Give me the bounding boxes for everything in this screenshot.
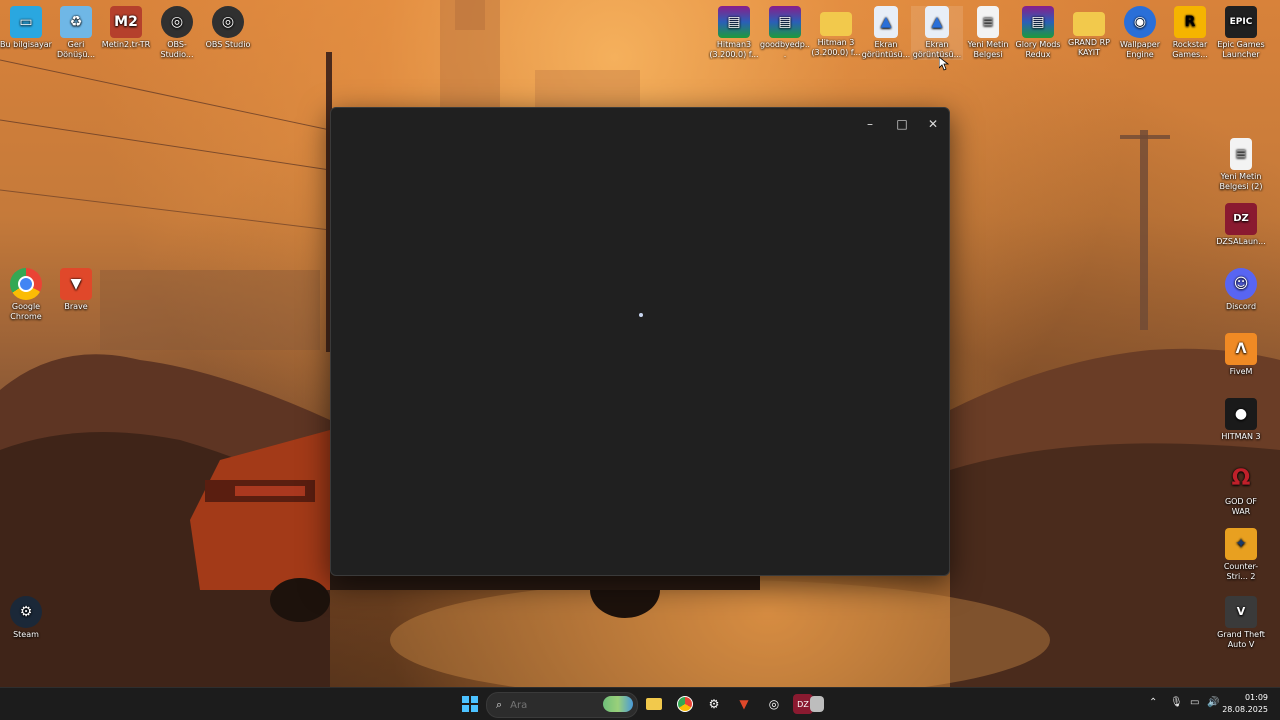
obs-icon[interactable]: ◎ <box>764 694 784 714</box>
desktop-icon-hitman-3[interactable]: ● HITMAN 3 <box>1215 398 1267 442</box>
close-button[interactable]: ✕ <box>918 114 948 134</box>
image-file-icon: ▲ <box>925 6 949 38</box>
mouse-cursor <box>939 57 949 71</box>
desktop-icon-rockstar-games[interactable]: R Rockstar Games... <box>1164 6 1216 60</box>
metin2-icon: M2 <box>110 6 142 38</box>
folder-icon <box>820 12 852 36</box>
desktop-icon-discord[interactable]: ☺ Discord <box>1215 268 1267 312</box>
desktop-icon-goodbyedpi-archive[interactable]: ▤ goodbyedp... <box>759 6 811 60</box>
maximize-button[interactable]: □ <box>887 114 917 134</box>
loading-window[interactable]: – □ ✕ <box>330 107 950 576</box>
desktop-icon-new-text-document-2[interactable]: ≡ Yeni Metin Belgesi (2) <box>1215 138 1267 192</box>
text-file-icon: ≡ <box>1230 138 1252 170</box>
search-input[interactable] <box>508 698 613 712</box>
blank-window-icon[interactable] <box>810 696 824 712</box>
desktop-icon-hitman3-folder[interactable]: Hitman 3 (3.200.0) f... <box>810 6 862 58</box>
rockstar-icon: R <box>1174 6 1206 38</box>
desktop-icon-steam[interactable]: ⚙ Steam <box>0 596 52 640</box>
desktop-icon-screenshot-2[interactable]: ▲ Ekran görüntüsü... <box>911 6 963 60</box>
desktop-icon-gta-v[interactable]: V Grand Theft Auto V <box>1215 596 1267 650</box>
volume-icon[interactable]: 🔊 <box>1207 697 1219 708</box>
desktop-icon-this-pc[interactable]: ▭ Bu bilgisayar <box>0 6 52 50</box>
gta-icon: V <box>1225 596 1257 628</box>
steam-icon[interactable]: ⚙ <box>704 694 724 714</box>
network-icon[interactable]: ▭ <box>1190 697 1199 708</box>
desktop-icon-dzsa-launcher[interactable]: DZ DZSALaun... <box>1215 203 1267 247</box>
counter-strike-icon: ✦ <box>1225 528 1257 560</box>
chrome-icon <box>10 268 42 300</box>
desktop-icon-new-text-document[interactable]: ≡ Yeni Metin Belgesi <box>962 6 1014 60</box>
desktop-icon-obs-studio[interactable]: ◎ OBS Studio <box>202 6 254 50</box>
search-icon: ⌕ <box>496 698 503 711</box>
desktop-icon-glory-mods-archive[interactable]: ▤ Glory Mods Redux <box>1012 6 1064 60</box>
brave-icon[interactable]: ▼ <box>734 694 754 714</box>
desktop-icon-grand-rp-folder[interactable]: GRAND RP KAYIT <box>1063 6 1115 58</box>
chevron-up-icon[interactable]: ⌃ <box>1149 697 1157 708</box>
obs-icon: ◎ <box>161 6 193 38</box>
desktop-icon-epic-games[interactable]: EPIC Epic Games Launcher <box>1215 6 1267 60</box>
chrome-icon[interactable] <box>675 694 695 714</box>
image-file-icon: ▲ <box>874 6 898 38</box>
loading-indicator <box>639 313 643 317</box>
clock[interactable]: 01:09 28.08.2025 <box>1222 692 1268 716</box>
epic-games-icon: EPIC <box>1225 6 1257 38</box>
desktop-icon-obs-studio-shortcut[interactable]: ◎ OBS-Studio... <box>151 6 203 60</box>
desktop-icon-brave[interactable]: ▼ Brave <box>50 268 102 312</box>
hitman-icon: ● <box>1225 398 1257 430</box>
desktop-icon-metin2[interactable]: M2 Metin2.tr-TR <box>100 6 152 50</box>
date-text: 28.08.2025 <box>1222 705 1268 714</box>
fivem-icon: Λ <box>1225 333 1257 365</box>
discord-icon: ☺ <box>1225 268 1257 300</box>
time-text: 01:09 <box>1244 693 1268 702</box>
desktop-icon-wallpaper-engine[interactable]: ◉ Wallpaper Engine <box>1114 6 1166 60</box>
windows-start-icon[interactable] <box>460 694 480 714</box>
recycle-bin-icon: ♻ <box>60 6 92 38</box>
computer-icon: ▭ <box>10 6 42 38</box>
god-of-war-icon: Ω <box>1231 466 1251 491</box>
steam-icon: ⚙ <box>10 596 42 628</box>
winrar-icon: ▤ <box>718 6 750 38</box>
widgets-icon[interactable] <box>603 696 633 712</box>
desktop-icon-screenshot-1[interactable]: ▲ Ekran görüntüsü... <box>860 6 912 60</box>
desktop-icon-god-of-war[interactable]: Ω GOD OF WAR <box>1215 463 1267 517</box>
obs-icon: ◎ <box>212 6 244 38</box>
desktop-icon-google-chrome[interactable]: Google Chrome <box>0 268 52 322</box>
winrar-icon: ▤ <box>769 6 801 38</box>
winrar-icon: ▤ <box>1022 6 1054 38</box>
folder-icon <box>1073 12 1105 36</box>
wallpaper-engine-icon: ◉ <box>1124 6 1156 38</box>
desktop-icon-recycle-bin[interactable]: ♻ Geri Dönüşü... <box>50 6 102 60</box>
minimize-button[interactable]: – <box>855 114 885 134</box>
file-explorer-icon[interactable] <box>644 694 664 714</box>
dzsa-icon: DZ <box>1225 203 1257 235</box>
microphone-icon[interactable]: 🎙 <box>1170 697 1183 708</box>
brave-icon: ▼ <box>60 268 92 300</box>
taskbar-search[interactable]: ⌕ <box>486 692 638 718</box>
taskbar: ⌕ ⚙ ▼ ◎ DZ ⌃ 🎙 ▭ 🔊 01:09 28.08.2025 <box>0 687 1280 720</box>
desktop-icon-counter-strike-2[interactable]: ✦ Counter-Stri... 2 <box>1215 528 1267 582</box>
text-file-icon: ≡ <box>977 6 999 38</box>
desktop-icon-fivem[interactable]: Λ FiveM <box>1215 333 1267 377</box>
desktop-icon-hitman3-archive[interactable]: ▤ Hitman3 (3.200.0) f... <box>708 6 760 60</box>
